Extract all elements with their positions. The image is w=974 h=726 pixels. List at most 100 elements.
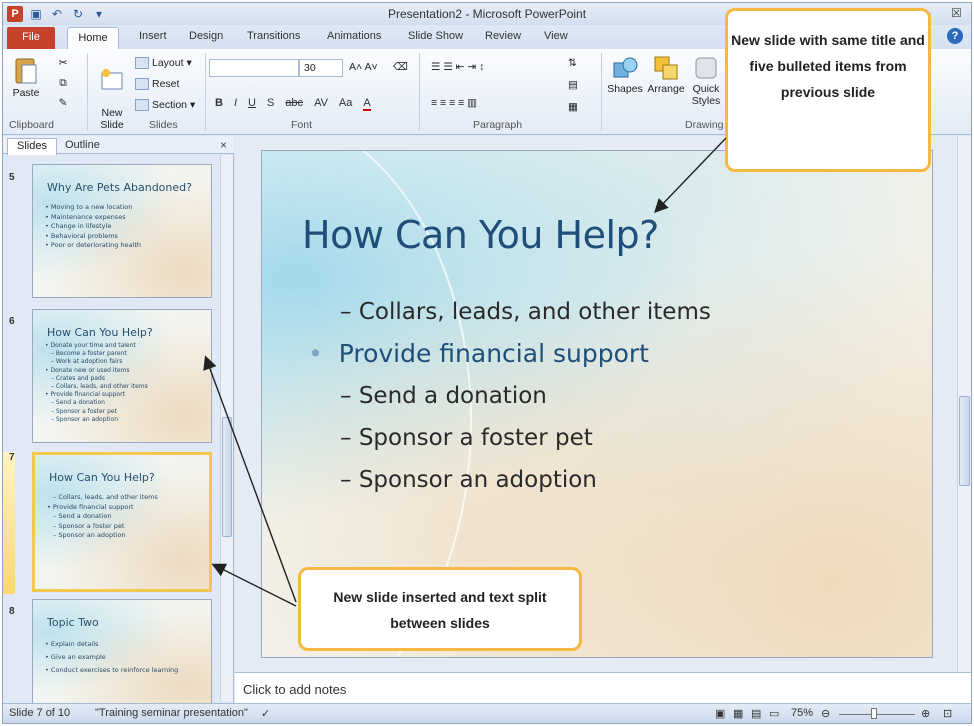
arrange-label: Arrange — [647, 83, 685, 95]
slide-thumbnail-7[interactable]: How Can You Help? – Collars, leads, and … — [32, 452, 212, 592]
group-separator — [601, 53, 602, 131]
align-icons[interactable]: ≡ ≡ ≡ ≡ ▥ — [431, 97, 477, 109]
bullets-icon[interactable]: ☰ ☰ ⇤ ⇥ ↕ — [431, 61, 484, 73]
new-slide-button[interactable]: New Slide — [93, 55, 131, 131]
clipboard-group-label: Clipboard — [9, 119, 54, 131]
text-direction-icon[interactable]: ⇅ — [568, 57, 577, 69]
slide-thumbnail-8[interactable]: Topic Two • Explain details • Give an exa… — [32, 599, 212, 709]
tab-insert[interactable]: Insert — [139, 30, 167, 42]
help-icon[interactable]: ? — [947, 28, 963, 44]
thumbnail-bullet-item: • Moving to a new location — [45, 203, 141, 213]
thumbnail-bullet-item: – Collars, leads, and other items — [45, 383, 148, 391]
notes-pane[interactable]: Click to add notes — [235, 672, 971, 703]
tab-outline[interactable]: Outline — [65, 139, 100, 151]
bullet-text: Sponsor a foster pet — [58, 521, 125, 530]
strikethrough-button[interactable]: abc — [285, 97, 303, 111]
slide-show-icon[interactable]: ▭ — [769, 707, 779, 720]
thumbnail-bullet-item: – Send a donation — [47, 512, 158, 522]
paste-icon — [15, 58, 37, 84]
font-name-box[interactable] — [209, 59, 299, 77]
normal-view-icon[interactable]: ▣ — [715, 707, 725, 720]
callout-new-slide: New slide with same title and five bulle… — [725, 8, 931, 172]
format-painter-icon[interactable]: ✎ — [55, 97, 71, 109]
slide-position: Slide 7 of 10 — [9, 707, 71, 719]
thumbnail-bullet-item: – Sponsor an adoption — [45, 416, 148, 424]
change-case-button[interactable]: Aa — [339, 97, 352, 111]
scrollbar-thumb[interactable] — [959, 396, 970, 486]
bullet-text: Send a donation — [358, 383, 547, 409]
zoom-level[interactable]: 75% — [791, 707, 813, 719]
spell-check-icon[interactable]: ✓ — [261, 707, 270, 720]
slide-title[interactable]: How Can You Help? — [302, 213, 659, 257]
grow-font-icon[interactable]: A˄ A˅ — [349, 61, 378, 73]
thumbnail-list: • Moving to a new location • Maintenance … — [45, 203, 141, 251]
thumbnail-title: How Can You Help? — [47, 326, 153, 339]
tab-file[interactable]: File — [7, 27, 55, 49]
close-pane-icon[interactable]: × — [220, 138, 227, 152]
clear-formatting-icon[interactable]: ⌫ — [393, 61, 408, 73]
italic-button[interactable]: I — [234, 97, 237, 111]
slide-sorter-icon[interactable]: ▦ — [733, 707, 743, 720]
paste-button[interactable]: Paste — [9, 55, 43, 99]
editor-scrollbar[interactable] — [957, 136, 971, 672]
reading-view-icon[interactable]: ▤ — [751, 707, 761, 720]
arrange-button[interactable]: Arrange — [646, 55, 686, 95]
tab-slides[interactable]: Slides — [7, 138, 57, 155]
section-icon — [135, 99, 149, 111]
zoom-in-icon[interactable]: ⊕ — [921, 707, 930, 720]
thumbnail-bullet-item: – Sponsor a foster pet — [47, 522, 158, 532]
thumbnail-bullet-item: – Sponsor a foster pet — [45, 408, 148, 416]
zoom-slider[interactable] — [839, 714, 915, 715]
slide-thumbnail-5[interactable]: Why Are Pets Abandoned? • Moving to a ne… — [32, 164, 212, 298]
shapes-button[interactable]: Shapes — [607, 55, 643, 95]
tab-slide-show[interactable]: Slide Show — [408, 30, 463, 42]
group-separator — [205, 53, 206, 131]
dash-marker: – — [340, 299, 359, 325]
fit-to-window-icon[interactable]: ⊡ — [943, 707, 952, 720]
tab-review[interactable]: Review — [485, 30, 521, 42]
pane-tabs: Slides Outline × — [3, 136, 234, 155]
tab-animations[interactable]: Animations — [327, 30, 381, 42]
character-spacing-button[interactable]: AV — [314, 97, 328, 111]
bullet-text: Maintenance expenses — [50, 212, 126, 221]
notes-placeholder[interactable]: Click to add notes — [243, 682, 346, 697]
shadow-button[interactable]: S — [267, 97, 274, 111]
scrollbar-thumb[interactable] — [222, 417, 232, 537]
copy-icon[interactable]: ⧉ — [55, 77, 71, 90]
font-size-box[interactable]: 30 — [299, 59, 343, 77]
quick-styles-button[interactable]: Quick Styles — [689, 55, 723, 107]
bullet-text: Crates and pads — [55, 374, 105, 382]
thumbnail-bullet-item: • Donate new or used items — [45, 367, 148, 375]
close-button[interactable]: ☒ — [951, 6, 962, 20]
bullet-text: Collars, leads, and other items — [55, 383, 148, 391]
slide-content-placeholder[interactable]: – Collars, leads, and other items • Provi… — [302, 291, 711, 501]
tab-home[interactable]: Home — [67, 27, 119, 49]
bold-button[interactable]: B — [215, 97, 223, 111]
cut-icon[interactable]: ✂ — [55, 57, 71, 69]
tab-transitions[interactable]: Transitions — [247, 30, 300, 42]
thumbnail-bullet-item: – Become a foster parent — [45, 350, 148, 358]
slide-bullet-item: – Sponsor an adoption — [302, 459, 711, 501]
tab-view[interactable]: View — [544, 30, 568, 42]
align-text-icon[interactable]: ▤ — [568, 79, 578, 91]
tab-design[interactable]: Design — [189, 30, 223, 42]
slide-thumbnail-6[interactable]: How Can You Help? • Donate your time and… — [32, 309, 212, 443]
font-group-label: Font — [291, 119, 313, 131]
zoom-out-icon[interactable]: ⊖ — [821, 707, 830, 720]
reset-button[interactable]: Reset — [135, 78, 179, 90]
underline-button[interactable]: U — [248, 97, 256, 111]
bullet-text: Behavioral problems — [50, 231, 118, 240]
thumbnail-bullet-item: – Send a donation — [45, 399, 148, 407]
thumbnail-bullet-item: • Change in lifestyle — [45, 222, 141, 232]
bullet-text: Donate your time and talent — [50, 342, 136, 349]
bullet-text: Change in lifestyle — [50, 222, 112, 230]
layout-button[interactable]: Layout ▾ — [135, 57, 192, 69]
section-button[interactable]: Section ▾ — [135, 99, 195, 111]
thumbnail-bullet-item: • Provide financial support — [47, 503, 158, 513]
smartart-icon[interactable]: ▦ — [568, 101, 578, 113]
thumbnail-list: • Donate your time and talent – Become a … — [45, 342, 148, 424]
bullet-text: Send a donation — [55, 399, 105, 407]
font-color-button[interactable]: A — [363, 97, 371, 111]
zoom-slider-thumb[interactable] — [871, 708, 877, 719]
slides-pane-scrollbar[interactable] — [220, 155, 233, 701]
